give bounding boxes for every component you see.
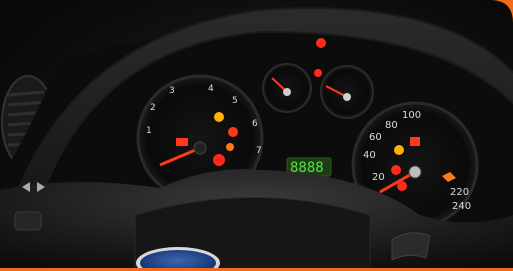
speed-tick-label: 60 xyxy=(369,132,382,143)
airbag-icon xyxy=(397,181,407,191)
speed-tick-label: 20 xyxy=(372,172,385,183)
battery-icon xyxy=(176,138,188,146)
engine-check-icon xyxy=(394,145,404,155)
speed-tick-label: 220 xyxy=(450,187,469,198)
dashboard-photo: 3 4 5 6 7 1 2 20 40 60 80 100 220 240 88… xyxy=(0,0,513,271)
oil-pressure-icon xyxy=(228,127,238,137)
top-warning-icon xyxy=(316,38,326,48)
abs-icon xyxy=(391,165,401,175)
seatbelt-icon xyxy=(214,112,224,122)
tach-tick-label: 3 xyxy=(169,86,175,96)
speed-tick-label: 100 xyxy=(402,110,421,121)
speed-tick-label: 80 xyxy=(385,120,398,131)
fuel-gauge xyxy=(262,63,312,113)
speed-tick-label: 240 xyxy=(452,201,471,212)
tach-tick-label: 6 xyxy=(252,119,258,129)
temperature-gauge xyxy=(320,65,374,119)
fuel-icon xyxy=(410,137,420,146)
speed-tick-label: 40 xyxy=(363,150,376,161)
right-spoke-controls xyxy=(391,232,431,261)
brake-icon xyxy=(213,154,225,166)
mid-warning-icon xyxy=(314,69,322,77)
tach-tick-label: 1 xyxy=(146,126,152,136)
traction-icon xyxy=(226,143,234,151)
photo-frame: 3 4 5 6 7 1 2 20 40 60 80 100 220 240 88… xyxy=(0,0,513,271)
tach-tick-label: 7 xyxy=(256,146,262,156)
tach-tick-label: 2 xyxy=(150,103,156,113)
tach-tick-label: 5 xyxy=(232,96,238,106)
tach-tick-label: 4 xyxy=(208,84,214,94)
